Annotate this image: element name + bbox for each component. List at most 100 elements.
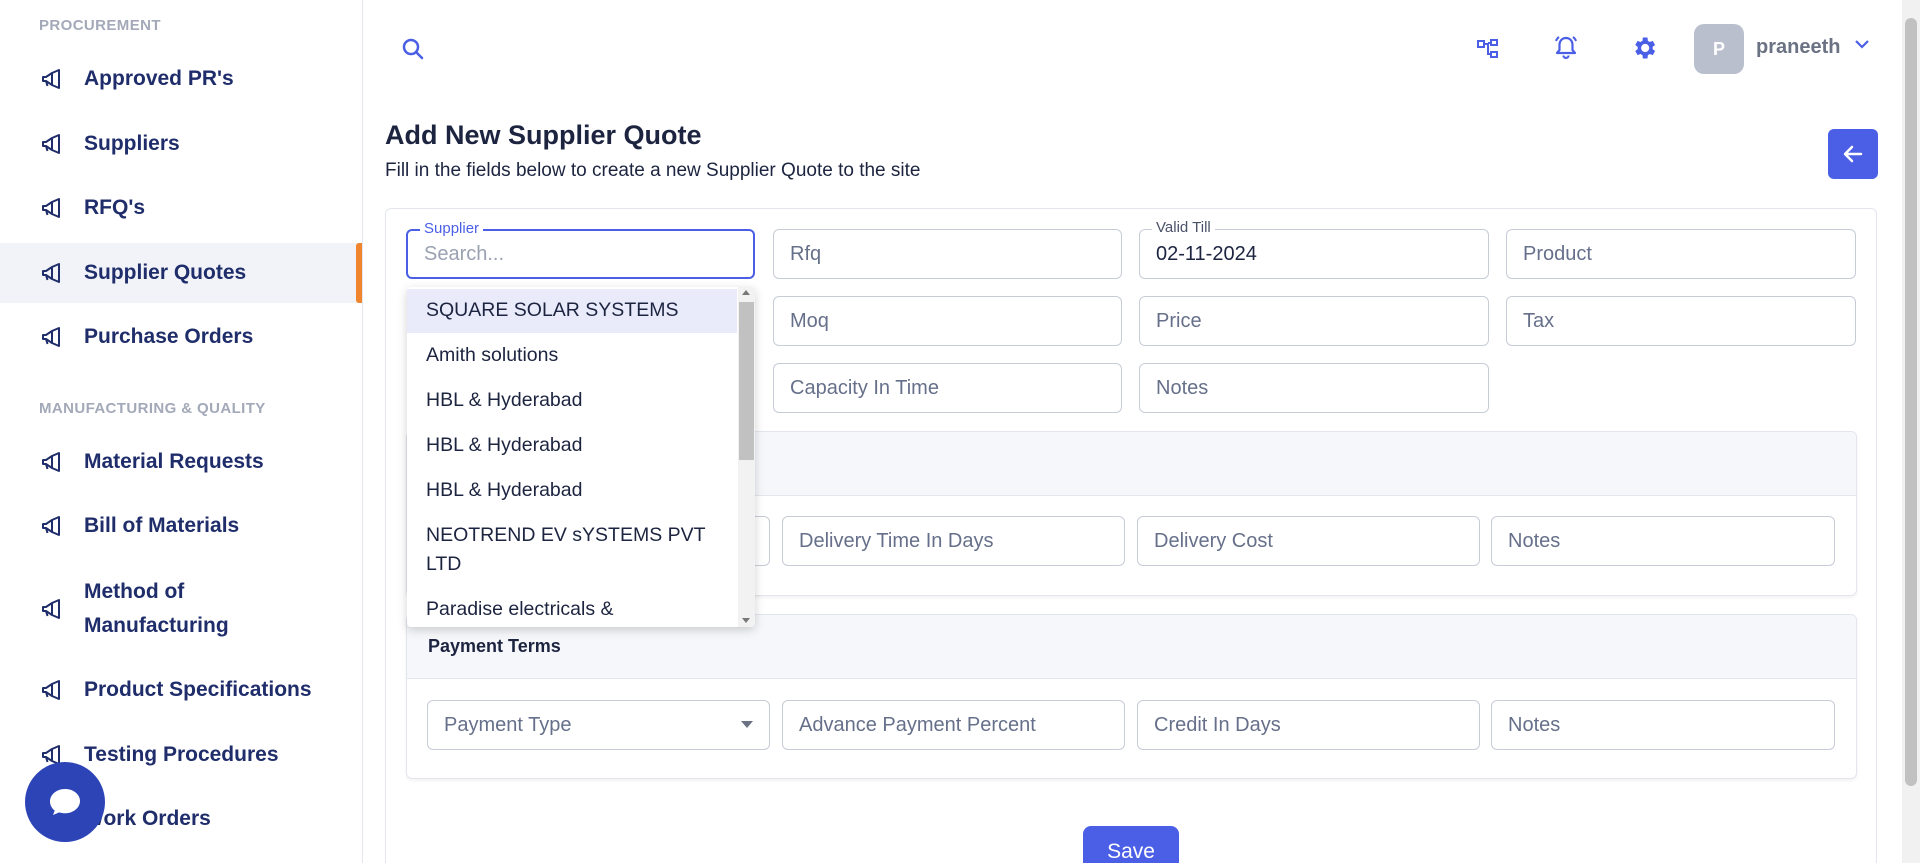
- rfq-placeholder: Rfq: [790, 242, 822, 265]
- capacity-placeholder: Capacity In Time: [790, 376, 939, 399]
- notifications-button[interactable]: [1550, 32, 1582, 64]
- megaphone-icon: [42, 134, 60, 154]
- megaphone-icon: [42, 263, 60, 283]
- chat-icon: [50, 789, 80, 815]
- sidebar-item-rfqs[interactable]: RFQ's: [0, 178, 362, 238]
- gear-icon: [1635, 37, 1656, 59]
- sidebar-item-product-specifications[interactable]: Product Specifications: [0, 660, 362, 720]
- sidebar-item-label: Material Requests: [84, 450, 264, 473]
- sidebar-item-material-requests[interactable]: Material Requests: [0, 432, 362, 492]
- credit-days-field[interactable]: Credit In Days: [1137, 700, 1480, 750]
- payment-notes-placeholder: Notes: [1508, 713, 1561, 736]
- sidebar-item-purchase-orders[interactable]: Purchase Orders: [0, 307, 362, 367]
- dropdown-option[interactable]: Amith solutions: [407, 333, 737, 378]
- arrow-left-icon: [1843, 145, 1863, 163]
- back-button[interactable]: [1828, 129, 1878, 179]
- price-field[interactable]: Price: [1139, 296, 1489, 346]
- sidebar-item-label: Suppliers: [84, 132, 180, 155]
- sidebar-item-bill-of-materials[interactable]: Bill of Materials: [0, 496, 362, 556]
- supplier-dropdown: SQUARE SOLAR SYSTEMS Amith solutions HBL…: [407, 287, 755, 627]
- scroll-up-icon[interactable]: [742, 290, 750, 295]
- product-field[interactable]: Product: [1506, 229, 1856, 279]
- app-root: PROCUREMENT Approved PR's Suppliers RFQ'…: [0, 0, 1920, 863]
- sidebar-item-label: Product Specifications: [84, 678, 312, 701]
- tax-placeholder: Tax: [1523, 309, 1555, 332]
- credit-days-placeholder: Credit In Days: [1154, 713, 1281, 736]
- scroll-down-icon[interactable]: [742, 618, 750, 623]
- sidebar-item-supplier-quotes[interactable]: Supplier Quotes: [0, 243, 362, 303]
- chevron-down-icon: [1855, 40, 1869, 49]
- supplier-field[interactable]: Supplier: [406, 220, 755, 279]
- dropdown-option[interactable]: NEOTREND EV sYSTEMS PVT LTD: [407, 513, 737, 587]
- save-button[interactable]: Save: [1083, 826, 1179, 863]
- bell-icon: [1555, 36, 1577, 60]
- dropdown-option[interactable]: SQUARE SOLAR SYSTEMS: [407, 289, 737, 333]
- page-subtitle: Fill in the fields below to create a new…: [385, 160, 921, 181]
- search-button[interactable]: [398, 34, 428, 64]
- capacity-field[interactable]: Capacity In Time: [773, 363, 1122, 413]
- megaphone-icon: [42, 198, 60, 218]
- payment-type-select[interactable]: Payment Type: [427, 700, 770, 750]
- tax-field[interactable]: Tax: [1506, 296, 1856, 346]
- delivery-cost-placeholder: Delivery Cost: [1154, 529, 1273, 552]
- sidebar-item-label: Approved PR's: [84, 67, 234, 90]
- delivery-notes-field[interactable]: Notes: [1491, 516, 1835, 566]
- moq-field[interactable]: Moq: [773, 296, 1122, 346]
- sidebar-item-label: Method of Manufacturing: [84, 580, 229, 637]
- sidebar-item-label: RFQ's: [84, 196, 146, 219]
- dropdown-option[interactable]: HBL & Hyderabad: [407, 468, 737, 513]
- sidebar-item-label: Purchase Orders: [84, 325, 254, 348]
- hierarchy-button[interactable]: [1473, 34, 1503, 64]
- dropdown-scrollbar[interactable]: [738, 287, 755, 627]
- megaphone-icon: [42, 516, 60, 536]
- megaphone-icon: [42, 452, 60, 472]
- product-placeholder: Product: [1523, 242, 1592, 265]
- supplier-label: Supplier: [420, 220, 484, 237]
- moq-placeholder: Moq: [790, 309, 829, 332]
- sidebar-item-approved-prs[interactable]: Approved PR's: [0, 49, 362, 109]
- payment-type-placeholder: Payment Type: [444, 713, 572, 736]
- sidebar-item-label: Testing Procedures: [84, 743, 279, 766]
- caret-down-icon: [741, 721, 753, 728]
- section-title-procurement: PROCUREMENT: [39, 17, 161, 34]
- delivery-cost-field[interactable]: Delivery Cost: [1137, 516, 1480, 566]
- delivery-time-placeholder: Delivery Time In Days: [799, 529, 994, 552]
- dropdown-option[interactable]: Paradise electricals &: [407, 587, 737, 627]
- avatar[interactable]: P: [1694, 24, 1744, 74]
- megaphone-icon: [42, 680, 60, 700]
- hierarchy-icon: [1477, 39, 1498, 58]
- sidebar-item-label: Supplier Quotes: [84, 261, 247, 284]
- delivery-notes-placeholder: Notes: [1508, 529, 1561, 552]
- delivery-time-field[interactable]: Delivery Time In Days: [782, 516, 1125, 566]
- megaphone-icon: [42, 69, 60, 89]
- dropdown-option[interactable]: HBL & Hyderabad: [407, 423, 737, 468]
- sidebar-item-label: Bill of Materials: [84, 514, 240, 537]
- section-title-manufacturing: MANUFACTURING & QUALITY: [39, 400, 266, 417]
- chat-widget-button[interactable]: [25, 762, 105, 842]
- page-scrollbar[interactable]: [1902, 0, 1920, 863]
- advance-payment-field[interactable]: Advance Payment Percent: [782, 700, 1125, 750]
- price-placeholder: Price: [1156, 309, 1202, 332]
- valid-till-label: Valid Till: [1152, 219, 1215, 236]
- page-scroll-thumb[interactable]: [1905, 18, 1917, 786]
- advance-payment-placeholder: Advance Payment Percent: [799, 713, 1036, 736]
- sidebar-item-suppliers[interactable]: Suppliers: [0, 114, 362, 174]
- sidebar-item-method-of-manufacturing[interactable]: Method of Manufacturing: [0, 574, 362, 644]
- search-icon: [402, 38, 424, 60]
- valid-till-field[interactable]: Valid Till 02-11-2024: [1139, 219, 1489, 279]
- dropdown-option[interactable]: HBL & Hyderabad: [407, 378, 737, 423]
- payment-notes-field[interactable]: Notes: [1491, 700, 1835, 750]
- settings-button[interactable]: [1629, 33, 1659, 63]
- megaphone-icon: [42, 327, 60, 347]
- username[interactable]: praneeth: [1756, 36, 1840, 59]
- notes-field[interactable]: Notes: [1139, 363, 1489, 413]
- megaphone-icon: [42, 599, 60, 619]
- dropdown-scroll-thumb[interactable]: [739, 302, 754, 460]
- user-menu-toggle[interactable]: [1852, 34, 1872, 54]
- supplier-search-input[interactable]: [424, 242, 721, 266]
- valid-till-value: 02-11-2024: [1156, 242, 1257, 265]
- rfq-field[interactable]: Rfq: [773, 229, 1122, 279]
- sidebar: PROCUREMENT Approved PR's Suppliers RFQ'…: [0, 0, 363, 863]
- page-title: Add New Supplier Quote: [385, 120, 702, 150]
- payment-panel: Payment Terms: [406, 614, 1857, 779]
